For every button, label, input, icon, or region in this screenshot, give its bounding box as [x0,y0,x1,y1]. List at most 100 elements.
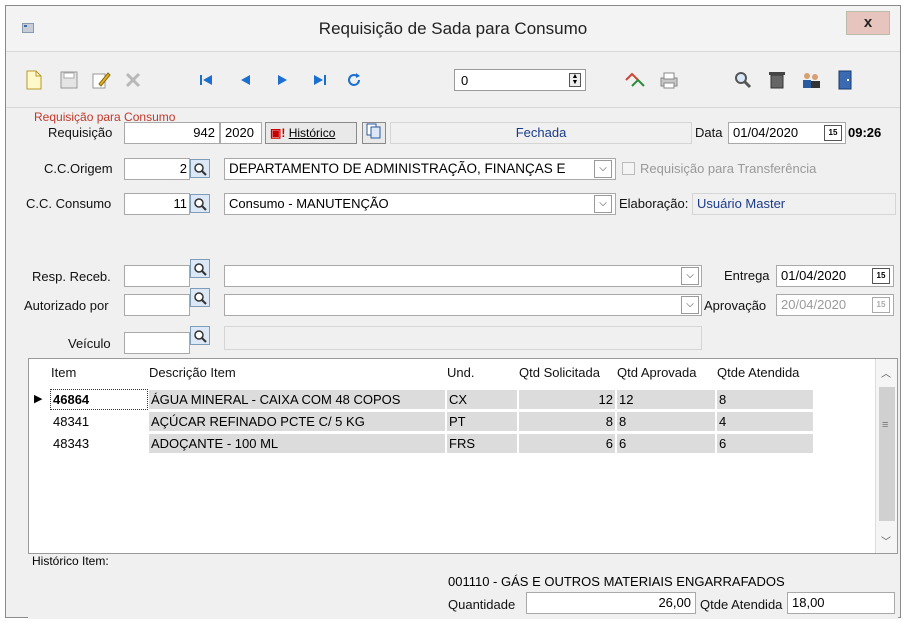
cell-item[interactable]: 48341 [51,412,147,431]
autorizado-dropdown-icon[interactable]: ⌵ [681,296,699,314]
veiculo-label: Veículo [68,336,111,351]
col-header-descricao[interactable]: Descrição Item [149,365,236,380]
spinner-arrows-icon[interactable]: ▲ ▼ [569,73,581,87]
print-icon[interactable] [658,69,680,91]
scroll-thumb[interactable] [879,387,895,521]
previous-record-icon[interactable] [234,69,256,91]
cell-descricao[interactable]: ÁGUA MINERAL - CAIXA COM 48 COPOS [149,390,445,409]
grid-scrollbar[interactable]: ︿ ≡ ﹀ [875,359,897,553]
cell-und[interactable]: PT [447,412,517,431]
resp-receb-lookup-icon[interactable] [190,259,210,278]
autorizado-select[interactable] [224,294,702,316]
transfer-checkbox-label: Requisição para Transferência [640,161,817,176]
new-document-icon[interactable] [23,69,45,91]
col-header-und[interactable]: Und. [447,365,474,380]
table-row[interactable]: ▶ 46864 ÁGUA MINERAL - CAIXA COM 48 COPOS C… [29,389,872,410]
col-header-qtd-solicitada[interactable]: Qtd Solicitada [519,365,600,380]
cell-aprovada[interactable]: 6 [617,434,715,453]
calendar-icon[interactable]: 15 [824,125,842,141]
cell-und[interactable]: CX [447,390,517,409]
cell-und[interactable]: FRS [447,434,517,453]
cell-item[interactable]: 48343 [51,434,147,453]
historico-button-label: Histórico [288,126,336,140]
resp-receb-code-field[interactable] [124,265,190,287]
save-icon[interactable] [58,69,80,91]
item-detail-panel: Histórico Item: 001110 - GÁS E OUTROS MA… [28,554,898,619]
next-record-icon[interactable] [272,69,294,91]
cell-solicitada[interactable]: 6 [519,434,615,453]
scroll-grip-icon: ≡ [882,419,889,431]
cc-origem-code-field[interactable]: 2 [124,158,190,180]
elaboracao-field: Usuário Master [692,193,896,215]
first-record-icon[interactable] [196,69,218,91]
cc-consumo-code-field[interactable]: 11 [124,193,190,215]
col-header-item[interactable]: Item [51,365,76,380]
historico-button[interactable]: ▣! Histórico [265,122,357,144]
qtde-atendida-label: Qtde Atendida [700,597,783,612]
requisicao-label: Requisição [48,125,113,140]
aprovacao-label: Aprovação [704,298,767,313]
record-spinner-value: 0 [461,73,469,88]
users-icon[interactable] [800,69,822,91]
scroll-down-icon[interactable]: ﹀ [881,533,891,548]
cc-consumo-lookup-icon[interactable] [190,194,210,213]
scroll-up-icon[interactable]: ︿ [881,365,891,380]
resp-receb-label: Resp. Receb. [32,269,111,284]
elaboracao-label: Elaboração: [619,196,689,211]
cc-consumo-dropdown-icon[interactable]: ⌵ [594,195,612,213]
transfer-icon[interactable] [624,69,646,91]
search-icon[interactable] [732,69,754,91]
table-row[interactable]: 48343 ADOÇANTE - 100 ML FRS 6 6 6 [29,433,872,453]
items-grid: Item Descrição Item Und. Qtd Solicitada … [28,358,898,554]
col-header-qtd-aprovada[interactable]: Qtd Aprovada [617,365,697,380]
exit-icon[interactable] [834,69,856,91]
row-selector-icon: ▶ [34,393,43,405]
window-title: Requisição de Sada para Consumo [318,19,588,38]
cell-atendida[interactable]: 4 [717,412,813,431]
cc-origem-select[interactable]: DEPARTAMENTO DE ADMINISTRAÇÃO, FINANÇAS … [224,158,616,180]
cell-aprovada[interactable]: 12 [617,390,715,409]
title-bar: Requisição de Sada para Consumo x [6,6,900,52]
resp-receb-select[interactable] [224,265,702,287]
cell-descricao[interactable]: AÇÚCAR REFINADO PCTE C/ 5 KG [149,412,445,431]
cc-origem-lookup-icon[interactable] [190,159,210,178]
autorizado-code-field[interactable] [124,294,190,316]
cell-atendida[interactable]: 8 [717,390,813,409]
entrega-calendar-icon[interactable]: 15 [872,268,890,284]
close-button[interactable]: x [846,11,890,35]
delete-icon[interactable] [766,69,788,91]
veiculo-lookup-icon[interactable] [190,326,210,345]
cc-consumo-label: C.C. Consumo [26,196,112,211]
edit-icon[interactable] [90,69,112,91]
data-label: Data [695,125,723,140]
cell-solicitada[interactable]: 8 [519,412,615,431]
requisicao-number-field[interactable]: 942 [124,122,220,144]
refresh-icon[interactable] [343,69,365,91]
transfer-checkbox[interactable] [622,162,635,175]
requisicao-window: Requisição de Sada para Consumo x 0 ▲ ▼ … [5,5,901,619]
quantidade-label: Quantidade [448,597,516,612]
cancel-icon[interactable] [122,69,144,91]
cell-aprovada[interactable]: 8 [617,412,715,431]
requisicao-year-field[interactable]: 2020 [220,122,262,144]
quantidade-field: 26,00 [526,592,696,614]
veiculo-code-field[interactable] [124,332,190,354]
status-field: Fechada [390,122,692,144]
resp-receb-dropdown-icon[interactable]: ⌵ [681,267,699,285]
cc-origem-dropdown-icon[interactable]: ⌵ [594,160,612,178]
copy-document-icon[interactable] [362,122,386,144]
col-header-qtde-atendida[interactable]: Qtde Atendida [717,365,799,380]
entrega-label: Entrega [724,268,770,283]
autorizado-lookup-icon[interactable] [190,288,210,307]
cell-solicitada[interactable]: 12 [519,390,615,409]
cell-descricao[interactable]: ADOÇANTE - 100 ML [149,434,445,453]
cell-atendida[interactable]: 6 [717,434,813,453]
cc-consumo-select[interactable]: Consumo - MANUTENÇÃO [224,193,616,215]
last-record-icon[interactable] [309,69,331,91]
product-name: 001110 - GÁS E OUTROS MATERIAIS ENGARRAF… [448,574,785,589]
table-row[interactable]: 48341 AÇÚCAR REFINADO PCTE C/ 5 KG PT 8 8 4 [29,411,872,431]
cell-item[interactable]: 46864 [50,389,148,410]
record-spinner[interactable]: 0 ▲ ▼ [454,69,586,91]
cc-origem-label: C.C.Origem [44,161,113,176]
aprovacao-calendar-icon: 15 [872,297,890,313]
